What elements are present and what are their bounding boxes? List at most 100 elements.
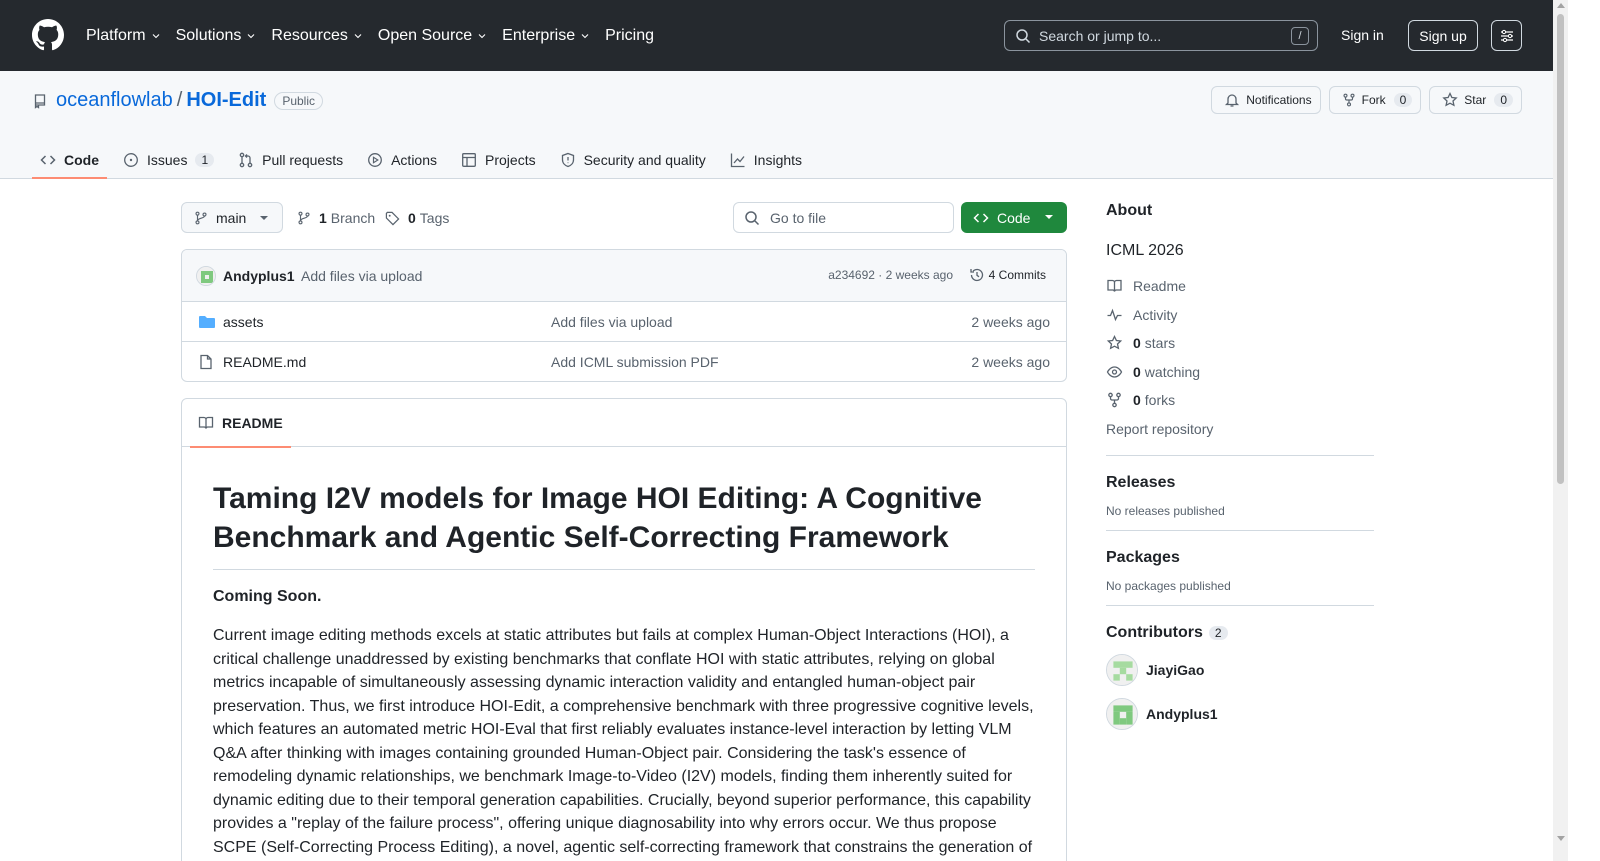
branch-icon (195, 211, 207, 224)
report-repository-link[interactable]: Report repository (1106, 415, 1374, 443)
contributors-heading-row: Contributors 2 (1106, 624, 1374, 642)
commit-meta[interactable]: a234692 · 2 weeks ago (828, 268, 953, 282)
nav-enterprise[interactable]: Enterprise (502, 27, 591, 45)
contributor-item[interactable]: Andyplus1 (1106, 697, 1374, 730)
issue-icon (124, 152, 138, 167)
tab-security[interactable]: Security and quality (552, 141, 714, 178)
commits-history-link[interactable]: 4 Commits (969, 267, 1046, 283)
readme-tab[interactable]: README (190, 399, 291, 448)
nav-platform[interactable]: Platform (86, 27, 162, 45)
contributor-item[interactable]: JiayiGao (1106, 653, 1374, 686)
readme-link[interactable]: Readme (1106, 272, 1374, 301)
scroll-thumb[interactable] (1557, 14, 1564, 484)
history-icon (970, 268, 983, 282)
avatar[interactable] (1106, 697, 1138, 730)
branch-count: 1 (319, 210, 327, 226)
repo-tabs: Code Issues 1 Pull requests Actions Proj… (32, 141, 818, 179)
settings-menu-button[interactable] (1491, 20, 1522, 51)
packages-section: Packages No packages published (1106, 529, 1374, 593)
file-row-assets[interactable]: assets Add files via upload 2 weeks ago (182, 302, 1066, 342)
file-commit-message[interactable]: Add ICML submission PDF (551, 354, 719, 370)
about-sidebar: About ICML 2026 Readme Activity 0 stars … (1106, 202, 1374, 730)
github-logo-icon[interactable] (32, 19, 64, 51)
stars-link[interactable]: 0 stars (1106, 329, 1374, 358)
nav-pricing[interactable]: Pricing (605, 27, 654, 45)
releases-heading[interactable]: Releases (1106, 474, 1374, 492)
repo-name-link[interactable]: HOI-Edit (186, 89, 266, 112)
forks-link[interactable]: 0 forks (1106, 386, 1374, 415)
file-row-readme[interactable]: README.md Add ICML submission PDF 2 week… (182, 342, 1066, 381)
repo-icon (34, 93, 46, 109)
play-icon (368, 152, 383, 167)
commit-author-link[interactable]: Andyplus1 (223, 268, 295, 284)
nav-open-source[interactable]: Open Source (378, 27, 488, 45)
book-icon (198, 416, 214, 429)
go-to-file-input[interactable]: Go to file (733, 202, 954, 233)
about-links: Readme Activity 0 stars 0 watching 0 for… (1106, 272, 1374, 443)
folder-icon (199, 316, 215, 328)
tag-icon (385, 211, 400, 225)
file-name[interactable]: assets (223, 314, 263, 330)
commit-message-link[interactable]: Add files via upload (301, 268, 422, 284)
star-count: 0 (1494, 93, 1513, 107)
branch-icon (298, 211, 310, 225)
file-table: Andyplus1 Add files via upload a234692 ·… (181, 249, 1067, 382)
readme-panel: README Taming I2V models for Image HOI E… (181, 398, 1067, 861)
fork-icon (1108, 392, 1121, 408)
search-icon (745, 210, 760, 225)
branches-link[interactable]: 1 Branch (297, 210, 375, 226)
global-header: Platform Solutions Resources Open Source… (0, 0, 1553, 71)
search-icon (1016, 28, 1031, 43)
tab-code[interactable]: Code (32, 141, 107, 179)
tab-insights[interactable]: Insights (722, 141, 810, 178)
scroll-up-arrow-icon[interactable] (1557, 3, 1565, 8)
chevron-down-icon (152, 33, 159, 38)
repo-actions: Notifications Fork 0 Star 0 (1203, 86, 1522, 114)
file-commit-message[interactable]: Add files via upload (551, 314, 672, 330)
file-date: 2 weeks ago (971, 354, 1050, 370)
releases-empty: No releases published (1106, 503, 1225, 518)
pull-request-icon (239, 152, 253, 167)
packages-heading[interactable]: Packages (1106, 549, 1374, 567)
sign-up-button[interactable]: Sign up (1408, 20, 1478, 51)
contributors-heading[interactable]: Contributors (1106, 624, 1203, 642)
about-heading: About (1106, 202, 1153, 219)
tab-pull-requests[interactable]: Pull requests (230, 141, 351, 178)
branch-selector[interactable]: main (181, 202, 283, 233)
search-shortcut: / (1291, 27, 1309, 45)
avatar[interactable] (196, 266, 216, 286)
fork-button[interactable]: Fork 0 (1328, 86, 1422, 114)
search-input[interactable]: Search or jump to... / (1004, 20, 1318, 51)
chevron-down-icon (248, 33, 255, 38)
watching-link[interactable]: 0 watching (1106, 358, 1374, 387)
search-placeholder: Search or jump to... (1039, 27, 1162, 44)
star-icon (1442, 92, 1458, 107)
packages-empty: No packages published (1106, 578, 1231, 593)
file-icon (200, 354, 212, 370)
tab-issues[interactable]: Issues 1 (115, 141, 222, 178)
tags-link[interactable]: 0 Tags (385, 210, 449, 226)
chevron-down-icon (581, 33, 589, 38)
contributors-count: 2 (1208, 625, 1228, 640)
star-button[interactable]: Star 0 (1429, 86, 1522, 114)
avatar[interactable] (1106, 653, 1138, 686)
repo-owner-link[interactable]: oceanflowlab (56, 89, 173, 112)
tab-projects[interactable]: Projects (453, 141, 544, 178)
code-dropdown-button[interactable]: Code (961, 202, 1067, 233)
contributor-name: Andyplus1 (1146, 705, 1218, 722)
fork-icon (1343, 93, 1355, 107)
notifications-button[interactable]: Notifications (1211, 86, 1321, 114)
nav-resources[interactable]: Resources (271, 27, 363, 45)
page-scrollbar[interactable] (1553, 0, 1568, 861)
sliders-icon (1500, 29, 1513, 42)
chevron-down-icon (478, 33, 486, 38)
file-name[interactable]: README.md (223, 354, 306, 370)
caret-down-icon (260, 216, 268, 220)
latest-commit: Andyplus1 Add files via upload a234692 ·… (182, 250, 1066, 302)
nav-solutions[interactable]: Solutions (176, 27, 258, 45)
tab-actions[interactable]: Actions (359, 141, 445, 178)
scroll-down-arrow-icon[interactable] (1557, 836, 1565, 841)
activity-link[interactable]: Activity (1106, 301, 1374, 330)
sign-in-link[interactable]: Sign in (1341, 27, 1384, 43)
graph-icon (730, 153, 745, 167)
